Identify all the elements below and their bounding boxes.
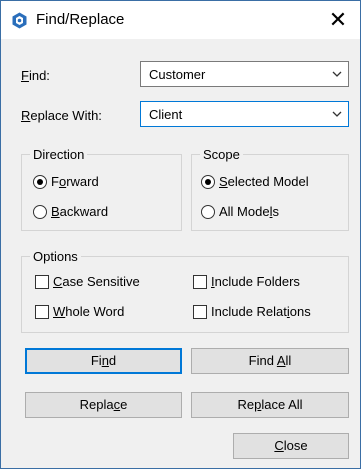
radio-selected-icon [201,174,215,189]
replace-with-label: Replace With: [21,108,102,123]
window-title: Find/Replace [36,11,125,28]
options-group [21,256,349,333]
close-button[interactable]: Close [233,433,349,459]
radio-unselected-icon [201,204,215,219]
direction-group [21,154,182,231]
include-relations-checkbox[interactable]: Include Relations [193,304,311,319]
replace-with-combobox[interactable]: Client [140,101,349,127]
find-button[interactable]: Find [25,348,182,374]
gear-hex-icon [12,12,27,29]
replace-all-button[interactable]: Replace All [191,392,349,418]
checkbox-unchecked-icon [35,304,49,319]
selected-model-label: Selected Model [219,174,309,189]
checkbox-unchecked-icon [193,274,207,289]
forward-label: Forward [51,174,99,189]
include-folders-label: Include Folders [211,274,300,289]
include-folders-checkbox[interactable]: Include Folders [193,274,300,289]
replace-value: Client [149,107,183,122]
backward-radio[interactable]: Backward [33,204,108,219]
all-models-label: All Models [219,204,279,219]
chevron-down-icon[interactable] [332,110,342,118]
selected-model-radio[interactable]: Selected Model [201,174,309,189]
close-window-button[interactable]: ✕ [323,5,353,35]
title-bar: Find/Replace ✕ [1,1,360,39]
find-combobox[interactable]: Customer [140,61,349,87]
include-relations-label: Include Relations [211,304,311,319]
case-sensitive-label: Case Sensitive [53,274,140,289]
direction-group-title: Direction [30,147,88,162]
find-all-button[interactable]: Find All [191,348,349,374]
options-group-title: Options [30,249,81,264]
forward-radio[interactable]: Forward [33,174,99,189]
scope-group [191,154,349,231]
all-models-radio[interactable]: All Models [201,204,279,219]
case-sensitive-checkbox[interactable]: Case Sensitive [35,274,140,289]
radio-selected-icon [33,174,47,189]
whole-word-checkbox[interactable]: Whole Word [35,304,124,319]
find-replace-dialog: Find/Replace ✕ Find: Customer Replace Wi… [0,0,361,469]
radio-unselected-icon [33,204,47,219]
replace-button[interactable]: Replace [25,392,182,418]
find-label: Find: [21,68,50,83]
checkbox-unchecked-icon [193,304,207,319]
checkbox-unchecked-icon [35,274,49,289]
chevron-down-icon[interactable] [332,70,342,78]
scope-group-title: Scope [200,147,243,162]
backward-label: Backward [51,204,109,219]
find-value: Customer [149,67,206,82]
whole-word-label: Whole Word [53,304,125,319]
